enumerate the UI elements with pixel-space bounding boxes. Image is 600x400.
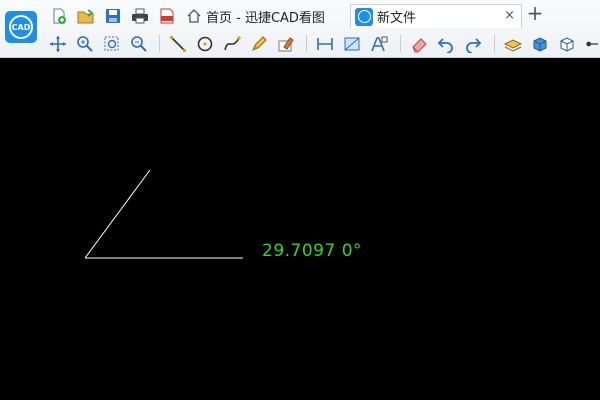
toolbar-separator: [494, 35, 495, 52]
pan-icon[interactable]: [49, 35, 67, 53]
save-icon[interactable]: [104, 7, 122, 25]
open-file-icon[interactable]: [77, 7, 95, 25]
circle-tool-icon[interactable]: [196, 35, 214, 53]
measure-area-icon[interactable]: [343, 35, 361, 53]
app-logo-text: CAD: [9, 15, 33, 39]
3d-view-icon[interactable]: [531, 35, 549, 53]
layers-icon[interactable]: [504, 35, 522, 53]
toolbar-separator: [306, 35, 307, 52]
close-icon[interactable]: ×: [504, 8, 515, 23]
add-tab-button[interactable]: +: [524, 1, 546, 25]
drawing-svg: [84, 169, 243, 259]
new-file-icon[interactable]: [50, 7, 68, 25]
top-toolbar: CAD 首页 - 迅捷CAD看图 新文件 × +: [0, 0, 600, 58]
print-icon[interactable]: [131, 7, 149, 25]
home-icon: [186, 8, 202, 24]
toolbar-separator: [400, 35, 401, 52]
undo-icon[interactable]: [437, 35, 455, 53]
drawing-line-angled[interactable]: [84, 169, 151, 259]
tab-new-file[interactable]: 新文件 ×: [350, 4, 522, 28]
pencil-tool-icon[interactable]: [250, 35, 268, 53]
drawing-canvas[interactable]: 29.7097 0°: [0, 58, 600, 400]
eraser-icon[interactable]: [410, 35, 428, 53]
polyline-tool-icon[interactable]: [223, 35, 241, 53]
app-logo[interactable]: CAD: [5, 11, 37, 43]
dimension-readout: 29.7097 0°: [262, 241, 363, 261]
cad-file-icon: [355, 7, 373, 26]
line-tool-icon[interactable]: [169, 35, 187, 53]
redo-icon[interactable]: [464, 35, 482, 53]
toolbar-separator: [159, 35, 160, 52]
measure-distance-icon[interactable]: [316, 35, 334, 53]
tab-new-file-label: 新文件: [377, 11, 417, 26]
export-pdf-icon[interactable]: [158, 7, 176, 25]
annotate-tool-icon[interactable]: [277, 35, 295, 53]
zoom-in-icon[interactable]: [76, 35, 94, 53]
tab-home[interactable]: 首页 - 迅捷CAD看图: [180, 4, 346, 28]
zoom-window-icon[interactable]: [103, 35, 121, 53]
zoom-out-icon[interactable]: [130, 35, 148, 53]
3d-box-icon[interactable]: [558, 35, 576, 53]
more-tools-icon[interactable]: [584, 35, 598, 53]
text-tool-icon[interactable]: [370, 35, 388, 53]
tab-home-label: 首页 - 迅捷CAD看图: [206, 10, 325, 26]
